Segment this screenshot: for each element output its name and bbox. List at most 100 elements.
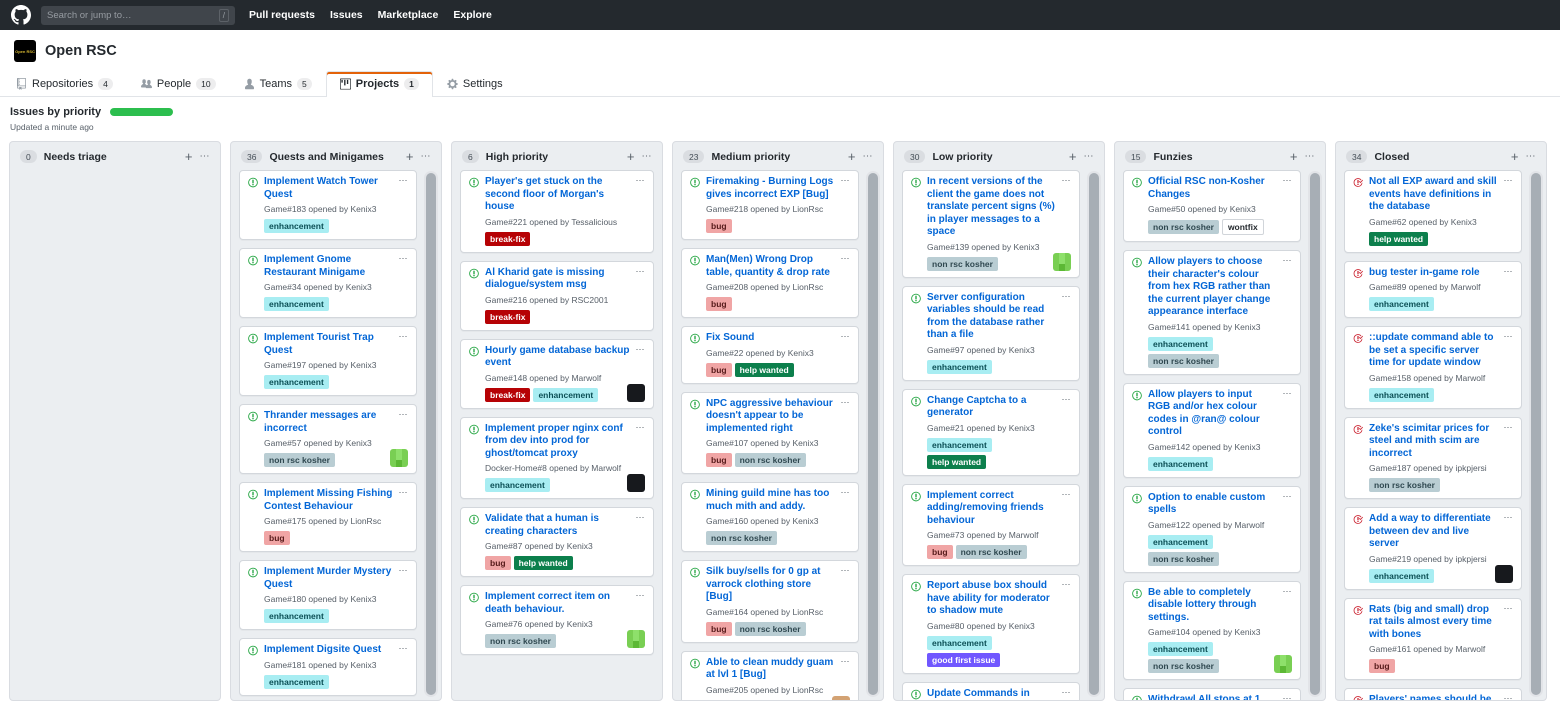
add-card-button[interactable]: + [1511, 152, 1519, 162]
issue-title-link[interactable]: NPC aggressive behaviour doesn't appear … [706, 398, 839, 436]
card-menu-button[interactable]: ⋯ [841, 566, 851, 575]
tab-teams[interactable]: Teams 5 [230, 71, 326, 97]
issue-label[interactable]: non rsc kosher [1148, 659, 1219, 673]
issue-title-link[interactable]: Implement Missing Fishing Contest Behavi… [264, 488, 397, 513]
issue-card[interactable]: Silk buy/sells for 0 gp at varrock cloth… [681, 560, 859, 643]
issue-title-link[interactable]: Allow players to input RGB and/or hex co… [1148, 389, 1281, 439]
issue-label[interactable]: enhancement [485, 478, 550, 492]
card-menu-button[interactable]: ⋯ [1504, 267, 1514, 276]
org-name[interactable]: Open RSC [45, 43, 117, 59]
issue-title-link[interactable]: Man(Men) Wrong Drop table, quantity & dr… [706, 254, 839, 279]
issue-title-link[interactable]: Rats (big and small) drop rat tails almo… [1369, 604, 1502, 642]
issue-title-link[interactable]: Implement Watch Tower Quest [264, 176, 397, 201]
assignee-avatar[interactable] [1053, 253, 1071, 271]
issue-card[interactable]: Add a way to differentiate between dev a… [1344, 507, 1522, 590]
search-input[interactable]: Search or jump to… / [41, 6, 235, 25]
issue-title-link[interactable]: Thrander messages are incorrect [264, 410, 397, 435]
issue-label[interactable]: non rsc kosher [264, 453, 335, 467]
card-menu-button[interactable]: ⋯ [1504, 176, 1514, 185]
issue-title-link[interactable]: Option to enable custom spells [1148, 492, 1281, 517]
issue-card[interactable]: Allow players to choose their character'… [1123, 250, 1301, 375]
issue-label[interactable]: bug [264, 531, 290, 545]
issue-card[interactable]: Players' names should be white, not yell… [1344, 688, 1522, 701]
nav-link-explore[interactable]: Explore [453, 9, 492, 21]
card-menu-button[interactable]: ⋯ [841, 332, 851, 341]
issue-label[interactable]: break-fix [485, 388, 530, 402]
issue-label[interactable]: enhancement [264, 375, 329, 389]
issue-card[interactable]: Implement Digsite Quest ⋯ Game#181 opene… [239, 638, 417, 696]
issue-label[interactable]: bug [706, 363, 732, 377]
issue-label[interactable]: break-fix [485, 232, 530, 246]
issue-label[interactable]: help wanted [927, 455, 986, 469]
issue-title-link[interactable]: Change Captcha to a generator [927, 395, 1060, 420]
card-menu-button[interactable]: ⋯ [1062, 688, 1072, 697]
issue-title-link[interactable]: Implement correct item on death behaviou… [485, 591, 634, 616]
issue-label[interactable]: bug [1369, 659, 1395, 673]
tab-projects[interactable]: Projects 1 [326, 71, 433, 97]
tab-repositories[interactable]: Repositories 4 [2, 71, 127, 97]
add-card-button[interactable]: + [1069, 152, 1077, 162]
issue-card[interactable]: Man(Men) Wrong Drop table, quantity & dr… [681, 248, 859, 318]
tab-people[interactable]: People 10 [127, 71, 230, 97]
issue-title-link[interactable]: Update Commands in CommandHandler.java [927, 688, 1060, 701]
issue-card[interactable]: Not all EXP award and skill events have … [1344, 170, 1522, 253]
issue-card[interactable]: Validate that a human is creating charac… [460, 507, 654, 577]
issue-label[interactable]: enhancement [1148, 535, 1213, 549]
issue-label[interactable]: bug [706, 219, 732, 233]
card-menu-button[interactable]: ⋯ [841, 176, 851, 185]
column-menu-button[interactable]: ⋯ [421, 152, 432, 162]
card-menu-button[interactable]: ⋯ [399, 566, 409, 575]
column-scrollbar[interactable] [1529, 171, 1543, 697]
issue-card[interactable]: Update Commands in CommandHandler.java ⋯… [902, 682, 1080, 701]
issue-title-link[interactable]: Firemaking - Burning Logs gives incorrec… [706, 176, 839, 201]
card-menu-button[interactable]: ⋯ [399, 488, 409, 497]
nav-link-marketplace[interactable]: Marketplace [378, 9, 439, 21]
issue-card[interactable]: ::update command able to be set a specif… [1344, 326, 1522, 409]
issue-card[interactable]: NPC aggressive behaviour doesn't appear … [681, 392, 859, 475]
issue-label[interactable]: enhancement [1148, 457, 1213, 471]
issue-card[interactable]: Option to enable custom spells ⋯ Game#12… [1123, 486, 1301, 573]
issue-label[interactable]: good first issue [927, 653, 1000, 667]
issue-label[interactable]: help wanted [735, 363, 794, 377]
issue-label[interactable]: enhancement [264, 609, 329, 623]
assignee-avatar[interactable] [627, 384, 645, 402]
issue-card[interactable]: Implement Gnome Restaurant Minigame ⋯ Ga… [239, 248, 417, 318]
scrollbar-thumb[interactable] [426, 173, 436, 695]
issue-card[interactable]: Change Captcha to a generator ⋯ Game#21 … [902, 389, 1080, 476]
card-menu-button[interactable]: ⋯ [1504, 694, 1514, 701]
issue-label[interactable]: bug [927, 545, 953, 559]
issue-title-link[interactable]: Players' names should be white, not yell… [1369, 694, 1502, 701]
card-menu-button[interactable]: ⋯ [1283, 389, 1293, 398]
scrollbar-thumb[interactable] [868, 173, 878, 695]
issue-label[interactable]: non rsc kosher [956, 545, 1027, 559]
column-scrollbar[interactable] [424, 171, 438, 697]
issue-title-link[interactable]: Validate that a human is creating charac… [485, 513, 634, 538]
card-menu-button[interactable]: ⋯ [636, 513, 646, 522]
issue-label[interactable]: non rsc kosher [735, 453, 806, 467]
issue-card[interactable]: Player's get stuck on the second floor o… [460, 170, 654, 253]
issue-card[interactable]: Rats (big and small) drop rat tails almo… [1344, 598, 1522, 681]
column-menu-button[interactable]: ⋯ [863, 152, 874, 162]
issue-label[interactable]: non rsc kosher [1148, 220, 1219, 234]
issue-title-link[interactable]: Hourly game database backup event [485, 345, 634, 370]
assignee-avatar[interactable] [1274, 655, 1292, 673]
card-menu-button[interactable]: ⋯ [1283, 176, 1293, 185]
column-menu-button[interactable]: ⋯ [1305, 152, 1316, 162]
scrollbar-thumb[interactable] [1310, 173, 1320, 695]
issue-label[interactable]: non rsc kosher [485, 634, 556, 648]
issue-label[interactable]: help wanted [514, 556, 573, 570]
issue-label[interactable]: non rsc kosher [1148, 354, 1219, 368]
issue-title-link[interactable]: Implement correct adding/removing friend… [927, 490, 1060, 528]
issue-card[interactable]: Implement proper nginx conf from dev int… [460, 417, 654, 500]
issue-label[interactable]: enhancement [1369, 297, 1434, 311]
issue-label[interactable]: enhancement [927, 438, 992, 452]
assignee-avatar[interactable] [1495, 565, 1513, 583]
issue-card[interactable]: Allow players to input RGB and/or hex co… [1123, 383, 1301, 478]
card-menu-button[interactable]: ⋯ [1283, 587, 1293, 596]
issue-label[interactable]: enhancement [1369, 569, 1434, 583]
card-menu-button[interactable]: ⋯ [1062, 395, 1072, 404]
add-card-button[interactable]: + [848, 152, 856, 162]
issue-card[interactable]: Able to clean muddy guam at lvl 1 [Bug] … [681, 651, 859, 701]
issue-card[interactable]: Implement correct item on death behaviou… [460, 585, 654, 655]
card-menu-button[interactable]: ⋯ [1062, 580, 1072, 589]
